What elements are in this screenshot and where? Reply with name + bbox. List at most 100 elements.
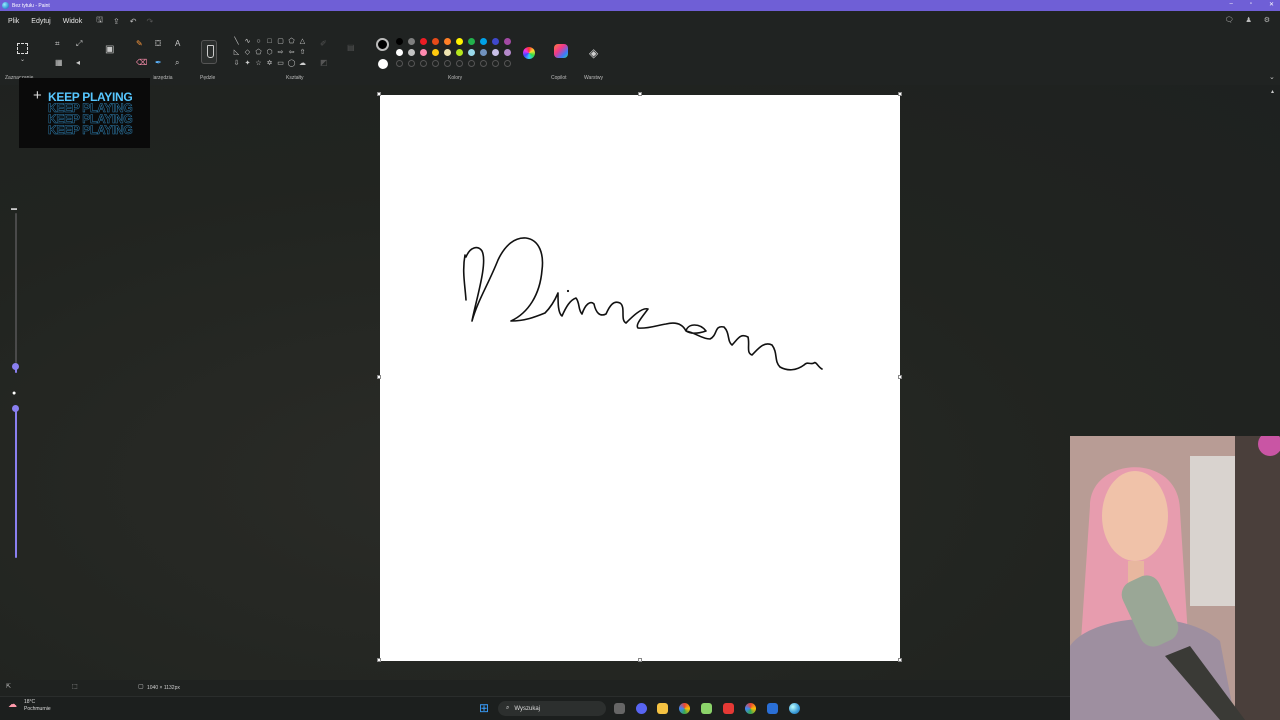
color-swatch[interactable] (396, 38, 403, 45)
rounded-rect-shape-icon[interactable]: ▢ (275, 37, 286, 47)
opacity-slider-thumb[interactable] (12, 405, 19, 412)
color-swatch[interactable] (480, 60, 487, 67)
cloud-shape-icon[interactable]: ☁ (297, 59, 308, 69)
polygon-shape-icon[interactable]: ⬠ (286, 37, 297, 47)
brush-size-slider-thumb[interactable] (12, 363, 19, 370)
color-swatch[interactable] (504, 49, 511, 56)
color-swatch[interactable] (432, 49, 439, 56)
secondary-color-swatch[interactable] (378, 59, 388, 69)
canvas-resize-handle[interactable] (377, 92, 381, 96)
brushes-button[interactable] (201, 40, 217, 64)
file-explorer-icon[interactable] (657, 703, 668, 714)
color-swatch[interactable] (420, 38, 427, 45)
six-star-shape-icon[interactable]: ✡ (264, 59, 275, 69)
color-swatch[interactable] (432, 38, 439, 45)
start-icon[interactable]: ⊞ (479, 702, 489, 714)
save-icon[interactable]: 🖫 (96, 14, 103, 28)
diamond-shape-icon[interactable]: ◇ (242, 48, 253, 58)
color-swatch[interactable] (456, 38, 463, 45)
account-icon[interactable]: ♟ (1245, 16, 1251, 24)
canvas-resize-handle[interactable] (898, 658, 902, 662)
five-star-shape-icon[interactable]: ☆ (253, 59, 264, 69)
menu-edit[interactable]: Edytuj (31, 18, 50, 25)
weather-widget[interactable]: ☁ 18°C Pochmurnie (8, 699, 51, 713)
primary-color-swatch[interactable] (376, 38, 389, 51)
color-swatch[interactable] (444, 38, 451, 45)
color-swatch[interactable] (468, 49, 475, 56)
redo-icon[interactable]: ↷ (146, 17, 153, 26)
oval-shape-icon[interactable]: ○ (253, 37, 264, 47)
chrome-icon[interactable] (679, 703, 690, 714)
canvas-resize-handle[interactable] (898, 92, 902, 96)
four-star-shape-icon[interactable]: ✦ (242, 59, 253, 69)
color-swatch[interactable] (408, 49, 415, 56)
drawing-canvas[interactable] (380, 95, 900, 661)
rotate-icon[interactable]: ◂ (76, 59, 80, 67)
hexagon-shape-icon[interactable]: ⬡ (264, 48, 275, 58)
color-swatch[interactable] (480, 49, 487, 56)
shapes-gallery[interactable]: ╲ ∿ ○ □ ▢ ⬠ △ ◺ ◇ ⬠ ⬡ ⇨ ⇦ ⇧ ⇩ ✦ ☆ ✡ ▭ ◯ ☁ (231, 37, 309, 69)
color-swatch[interactable] (504, 38, 511, 45)
line-shape-icon[interactable]: ╲ (231, 37, 242, 47)
color-swatch[interactable] (444, 60, 451, 67)
color-swatch[interactable] (468, 60, 475, 67)
selection-tool-icon[interactable] (17, 43, 28, 54)
scroll-up-icon[interactable]: ▴ (1271, 89, 1274, 95)
color-swatch[interactable] (432, 60, 439, 67)
color-swatch[interactable] (408, 38, 415, 45)
brush-size-slider[interactable] (15, 213, 17, 363)
color-swatch[interactable] (408, 60, 415, 67)
minimize-icon[interactable]: – (1229, 1, 1232, 8)
color-swatch[interactable] (456, 60, 463, 67)
mail-app-icon[interactable] (767, 703, 778, 714)
color-swatch[interactable] (504, 60, 511, 67)
left-arrow-shape-icon[interactable]: ⇦ (286, 48, 297, 58)
task-view-icon[interactable] (614, 703, 625, 714)
text-icon[interactable]: A (175, 40, 180, 48)
background-remove-icon[interactable]: ▦ (55, 59, 63, 67)
triangle-shape-icon[interactable]: △ (297, 37, 308, 47)
color-swatch[interactable] (492, 38, 499, 45)
right-arrow-shape-icon[interactable]: ⇨ (275, 48, 286, 58)
opacity-slider[interactable] (15, 408, 17, 558)
copilot-icon[interactable] (554, 44, 568, 58)
discord-icon[interactable] (636, 703, 647, 714)
up-arrow-shape-icon[interactable]: ⇧ (297, 48, 308, 58)
menu-file[interactable]: Plik (8, 18, 19, 25)
magnifier-icon[interactable]: ⌕ (175, 59, 179, 67)
recording-app-icon[interactable] (723, 703, 734, 714)
curve-shape-icon[interactable]: ∿ (242, 37, 253, 47)
canvas-resize-handle[interactable] (898, 375, 902, 379)
settings-icon[interactable]: ⚙ (1264, 16, 1270, 24)
crop-icon[interactable]: ⌗ (55, 40, 60, 48)
feedback-icon[interactable]: 🗨 (1225, 16, 1234, 24)
share-icon[interactable]: ⇪ (113, 17, 120, 26)
canvas-resize-handle[interactable] (377, 658, 381, 662)
canvas-resize-handle[interactable] (638, 658, 642, 662)
paint-taskbar-icon[interactable] (789, 703, 800, 714)
menu-view[interactable]: Widok (63, 18, 82, 25)
color-swatch[interactable] (468, 38, 475, 45)
pencil-icon[interactable]: ✎ (136, 40, 143, 48)
color-swatch[interactable] (492, 60, 499, 67)
color-swatch[interactable] (456, 49, 463, 56)
color-swatch[interactable] (420, 49, 427, 56)
color-swatch[interactable] (492, 49, 499, 56)
color-swatch[interactable] (396, 60, 403, 67)
callout-oval-shape-icon[interactable]: ◯ (286, 59, 297, 69)
rectangle-shape-icon[interactable]: □ (264, 37, 275, 47)
color-swatch[interactable] (444, 49, 451, 56)
ribbon-expand-icon[interactable]: ⌄ (1269, 74, 1275, 81)
app-icon[interactable] (701, 703, 712, 714)
layers-icon[interactable]: ◈ (589, 46, 598, 60)
chrome-profile-icon[interactable] (745, 703, 756, 714)
close-icon[interactable]: ✕ (1269, 1, 1274, 8)
undo-icon[interactable]: ↶ (130, 17, 137, 26)
color-picker-icon[interactable]: ✒ (155, 59, 162, 67)
color-swatch[interactable] (396, 49, 403, 56)
eraser-icon[interactable]: ⌫ (136, 59, 147, 67)
outline-icon[interactable]: ✐ (320, 40, 327, 48)
pentagon-shape-icon[interactable]: ⬠ (253, 48, 264, 58)
color-swatch[interactable] (420, 60, 427, 67)
fill-shape-icon[interactable]: ▤ (347, 44, 355, 52)
